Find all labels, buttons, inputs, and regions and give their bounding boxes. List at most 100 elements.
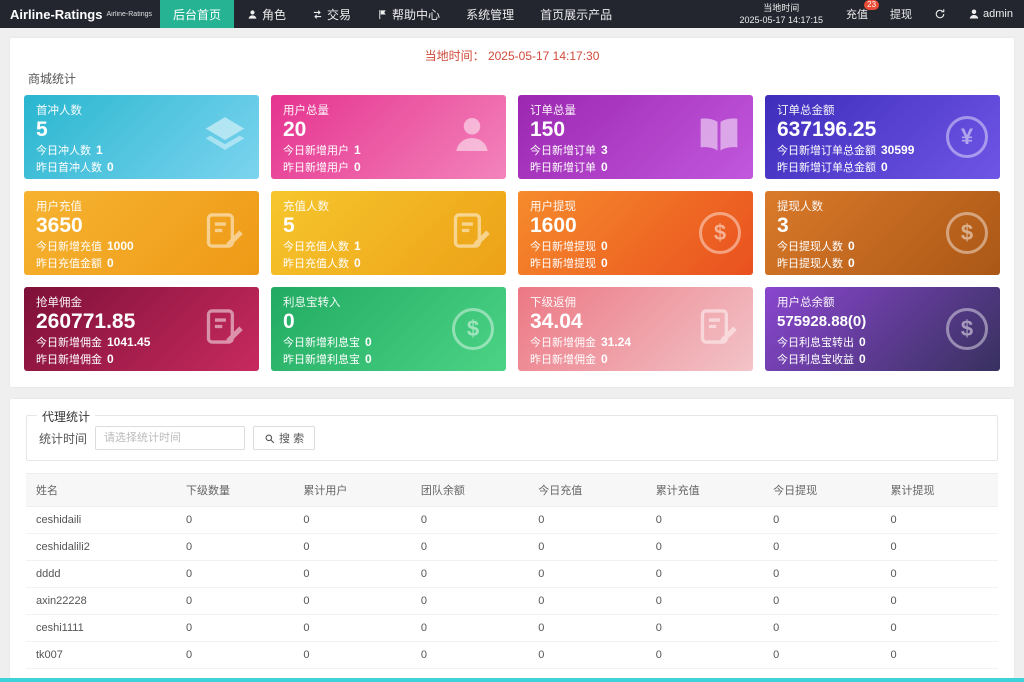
user-menu[interactable]: admin bbox=[957, 0, 1024, 28]
stats-grid: 首冲人数5今日冲人数1昨日首冲人数0用户总量20今日新增用户1昨日新增用户0订单… bbox=[10, 87, 1014, 387]
subline-value: 1041.45 bbox=[107, 335, 150, 349]
subline-label: 昨日新增订单总金额 bbox=[777, 162, 876, 174]
subline-value: 1 bbox=[354, 143, 361, 157]
stat-card-subline: 昨日首冲人数0 bbox=[36, 159, 247, 176]
stat-time-input[interactable] bbox=[95, 426, 245, 450]
yen-circle-icon: ¥ bbox=[946, 116, 988, 158]
subline-value: 1 bbox=[96, 143, 103, 157]
table-cell: 0 bbox=[528, 507, 645, 534]
nav-item[interactable]: 交易 bbox=[299, 0, 364, 28]
table-cell: 0 bbox=[176, 534, 293, 561]
stat-card-subline: 昨日新增佣金0 bbox=[36, 351, 247, 368]
pen-icon bbox=[203, 305, 247, 354]
table-header-cell: 今日充值 bbox=[528, 474, 645, 507]
subline-value: 30599 bbox=[881, 143, 914, 157]
nav-item[interactable]: 首页展示产品 bbox=[527, 0, 625, 28]
search-icon bbox=[264, 433, 275, 444]
table-header-cell: 累计用户 bbox=[293, 474, 410, 507]
subline-value: 0 bbox=[601, 239, 608, 253]
subline-label: 昨日首冲人数 bbox=[36, 162, 102, 174]
subline-label: 今日新增充值 bbox=[36, 241, 102, 253]
refresh-button[interactable] bbox=[923, 0, 957, 28]
table-cell: 0 bbox=[293, 507, 410, 534]
table-cell: 0 bbox=[176, 642, 293, 669]
subline-value: 0 bbox=[848, 239, 855, 253]
table-cell: 0 bbox=[646, 507, 763, 534]
table-header-cell: 累计提现 bbox=[881, 474, 998, 507]
layers-icon bbox=[203, 113, 247, 162]
subline-value: 0 bbox=[601, 256, 608, 270]
agent-table-body: ceshidaili0000000ceshidalili20000000dddd… bbox=[26, 507, 998, 669]
agent-name-cell: tk007 bbox=[26, 642, 176, 669]
table-cell: 0 bbox=[763, 642, 880, 669]
stat-card: 订单总金额637196.25今日新增订单总金额30599昨日新增订单总金额0¥ bbox=[765, 95, 1000, 179]
stat-card: 提现人数3今日提现人数0昨日提现人数0$ bbox=[765, 191, 1000, 275]
agent-table-header-row: 姓名下级数量累计用户团队余额今日充值累计充值今日提现累计提现 bbox=[26, 474, 998, 507]
local-time-value: 2025-05-17 14:17:30 bbox=[488, 49, 599, 63]
table-cell: 0 bbox=[411, 642, 528, 669]
table-cell: 0 bbox=[293, 588, 410, 615]
exchange-icon bbox=[312, 9, 323, 20]
recharge-button[interactable]: 充值 23 bbox=[835, 0, 879, 28]
table-cell: 0 bbox=[881, 561, 998, 588]
agent-filter-row: 统计时间 搜 索 bbox=[39, 426, 985, 450]
table-cell: 0 bbox=[646, 642, 763, 669]
stat-card: 用户提现1600今日新增提现0昨日新增提现0$ bbox=[518, 191, 753, 275]
search-button-label: 搜 索 bbox=[279, 430, 304, 446]
brand: Airline-Ratings Airline-Ratings bbox=[0, 0, 160, 28]
nav-item-label: 首页展示产品 bbox=[540, 6, 612, 23]
footer-bar bbox=[0, 678, 1024, 682]
subline-value: 0 bbox=[859, 352, 866, 366]
nav-item-label: 系统管理 bbox=[466, 6, 514, 23]
table-cell: 0 bbox=[528, 561, 645, 588]
search-button[interactable]: 搜 索 bbox=[253, 426, 315, 450]
dollar-circle-icon: $ bbox=[946, 308, 988, 350]
subline-label: 昨日提现人数 bbox=[777, 258, 843, 270]
table-cell: 0 bbox=[411, 534, 528, 561]
topbar-nav: 后台首页角色 交易 帮助中心 系统管理 首页展示产品 bbox=[160, 0, 625, 28]
recharge-badge: 23 bbox=[864, 0, 879, 10]
subline-label: 今日新增提现 bbox=[530, 241, 596, 253]
stat-card: 用户总余额575928.88(0)今日利息宝转出0今日利息宝收益0$ bbox=[765, 287, 1000, 371]
table-cell: 0 bbox=[646, 615, 763, 642]
subline-label: 昨日新增订单 bbox=[530, 162, 596, 174]
nav-item[interactable]: 帮助中心 bbox=[364, 0, 453, 28]
subline-value: 0 bbox=[601, 352, 608, 366]
stat-card: 抢单佣金260771.85今日新增佣金1041.45昨日新增佣金0 bbox=[24, 287, 259, 371]
table-row: axin222280000000 bbox=[26, 588, 998, 615]
refresh-icon bbox=[934, 8, 946, 20]
agent-name-cell: ceshi1111 bbox=[26, 615, 176, 642]
nav-item-label: 帮助中心 bbox=[392, 6, 440, 23]
subline-label: 今日新增用户 bbox=[283, 145, 349, 157]
table-cell: 0 bbox=[763, 615, 880, 642]
table-header-cell: 下级数量 bbox=[176, 474, 293, 507]
stat-card-subline: 昨日充值人数0 bbox=[283, 255, 494, 272]
agent-name-cell: axin22228 bbox=[26, 588, 176, 615]
subline-label: 今日新增订单总金额 bbox=[777, 145, 876, 157]
withdraw-button[interactable]: 提现 bbox=[879, 0, 923, 28]
person-icon bbox=[450, 113, 494, 162]
table-cell: 0 bbox=[411, 561, 528, 588]
nav-item[interactable]: 后台首页 bbox=[160, 0, 234, 28]
table-cell: 0 bbox=[528, 534, 645, 561]
table-cell: 0 bbox=[881, 588, 998, 615]
pen-icon bbox=[697, 305, 741, 354]
withdraw-label: 提现 bbox=[890, 6, 912, 22]
table-cell: 0 bbox=[176, 561, 293, 588]
stats-panel: 当地时间： 2025-05-17 14:17:30 商城统计 首冲人数5今日冲人… bbox=[10, 38, 1014, 387]
table-header-cell: 累计充值 bbox=[646, 474, 763, 507]
agent-name-cell: ceshidaili bbox=[26, 507, 176, 534]
subline-label: 昨日新增佣金 bbox=[530, 354, 596, 366]
subline-label: 昨日新增提现 bbox=[530, 258, 596, 270]
nav-item-label: 交易 bbox=[327, 6, 351, 23]
table-cell: 0 bbox=[763, 534, 880, 561]
subline-label: 今日新增利息宝 bbox=[283, 337, 360, 349]
nav-item[interactable]: 角色 bbox=[234, 0, 299, 28]
agent-name-cell: ceshidalili2 bbox=[26, 534, 176, 561]
topbar-time-label: 当地时间 bbox=[739, 2, 823, 14]
subline-label: 今日冲人数 bbox=[36, 145, 91, 157]
nav-item-label: 后台首页 bbox=[173, 6, 221, 23]
stat-card-subline: 今日利息宝收益0 bbox=[777, 351, 988, 368]
subline-value: 0 bbox=[107, 256, 114, 270]
nav-item[interactable]: 系统管理 bbox=[453, 0, 527, 28]
